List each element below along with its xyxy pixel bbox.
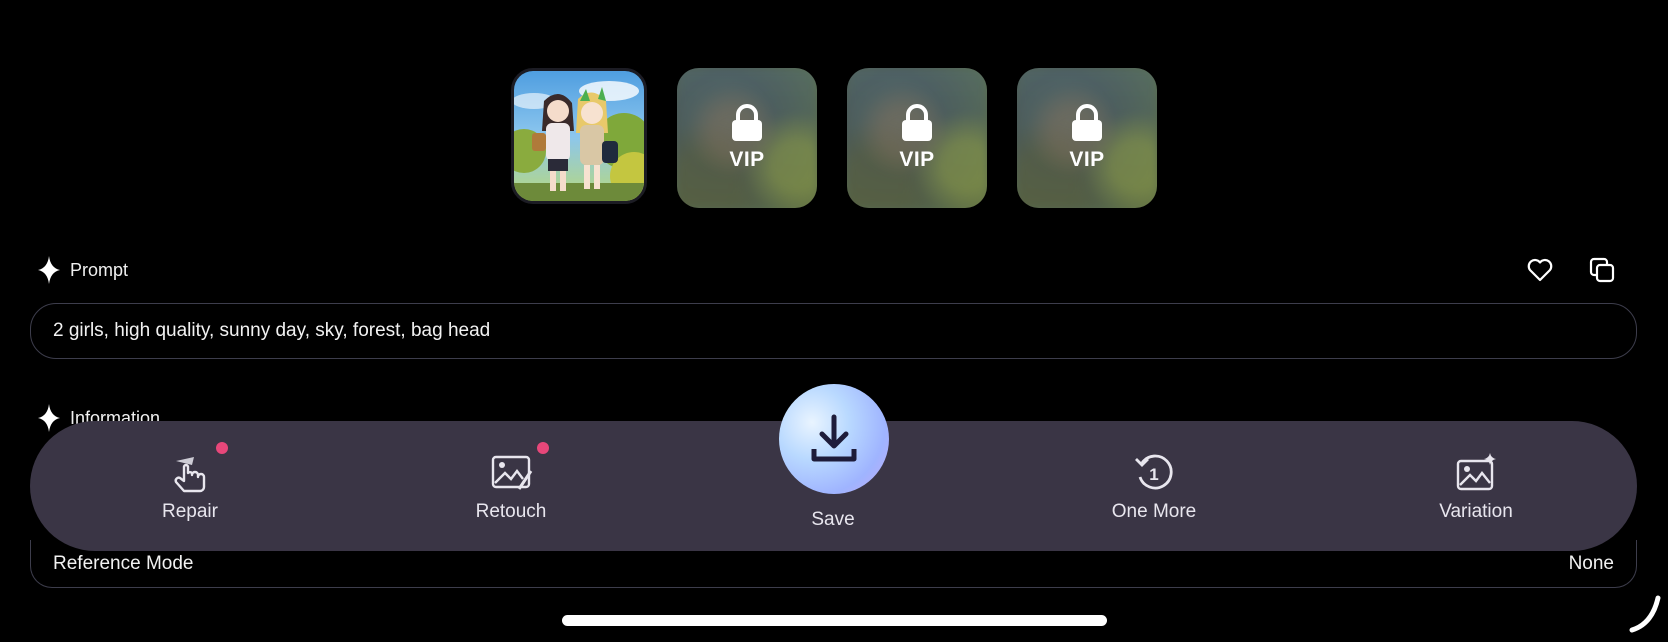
notification-dot: [537, 442, 549, 454]
vip-badge: VIP: [899, 148, 935, 171]
result-thumbnails: VIP VIP VIP: [511, 68, 1157, 208]
variation-label: Variation: [1439, 501, 1513, 522]
thumbnail-locked-vip[interactable]: VIP: [1017, 68, 1157, 208]
reference-mode-value: None: [1568, 552, 1614, 574]
repair-button[interactable]: Repair: [130, 442, 250, 523]
lock-icon: [902, 104, 932, 141]
save-label: Save: [811, 509, 855, 530]
prompt-header: Prompt: [38, 256, 128, 284]
retouch-label: Retouch: [475, 501, 547, 522]
svg-text:1: 1: [1149, 465, 1158, 484]
download-icon: [811, 414, 857, 462]
retouch-button[interactable]: Retouch: [451, 442, 571, 523]
thumbnail-locked-vip[interactable]: VIP: [847, 68, 987, 208]
prompt-title: Prompt: [70, 259, 129, 280]
heart-icon[interactable]: [1526, 256, 1554, 284]
lock-icon: [732, 104, 762, 141]
one-more-label: One More: [1111, 501, 1197, 522]
image-result-screen: VIP VIP VIP Prompt 2 girls, high quality…: [0, 0, 1668, 642]
retouch-icon: [491, 455, 533, 490]
prompt-actions: [1526, 256, 1616, 284]
prompt-text-box: 2 girls, high quality, sunny day, sky, f…: [30, 303, 1637, 359]
sparkle-icon: [38, 404, 60, 432]
thumbnail-generated-image[interactable]: [511, 68, 647, 204]
vip-badge: VIP: [1069, 148, 1105, 171]
repair-label: Repair: [162, 501, 218, 522]
phone-icon[interactable]: [1628, 594, 1662, 634]
prompt-text: 2 girls, high quality, sunny day, sky, f…: [53, 320, 491, 341]
save-button[interactable]: [779, 384, 889, 494]
anime-girls-image: [514, 71, 644, 201]
regenerate-icon: 1: [1135, 454, 1173, 490]
repair-icon: [174, 457, 206, 493]
sparkle-icon: [38, 256, 60, 284]
reference-mode-label: Reference Mode: [53, 552, 194, 574]
copy-icon[interactable]: [1588, 256, 1616, 284]
one-more-button[interactable]: 1 One More: [1094, 451, 1214, 523]
thumbnail-locked-vip[interactable]: VIP: [677, 68, 817, 208]
vip-badge: VIP: [729, 148, 765, 171]
home-indicator[interactable]: [562, 615, 1107, 626]
notification-dot: [216, 442, 228, 454]
lock-icon: [1072, 104, 1102, 141]
variation-button[interactable]: Variation: [1416, 451, 1536, 523]
variation-icon: [1456, 453, 1496, 491]
save-label-wrap: Save: [773, 509, 893, 531]
